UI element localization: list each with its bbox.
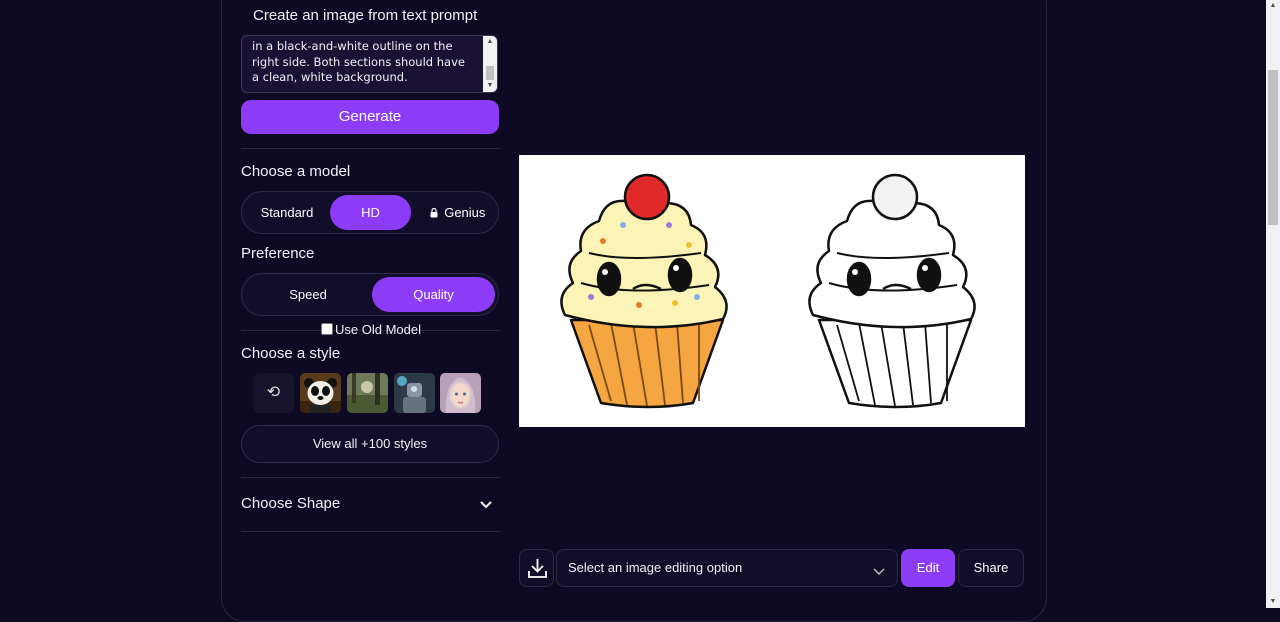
prompt-title: Create an image from text prompt [253,7,478,24]
scroll-down-icon[interactable]: ▼ [1266,596,1280,608]
edit-option-label: Select an image editing option [568,560,743,575]
page-scroll-thumb[interactable] [1268,70,1278,225]
prompt-line: right side. Both sections should have [252,54,465,69]
chevron-down-icon [873,563,885,581]
style-thumb-forest[interactable] [347,373,388,413]
edit-button[interactable]: Edit [901,549,955,587]
scroll-thumb[interactable] [486,66,494,80]
model-option-standard[interactable]: Standard [248,195,326,230]
divider [241,148,500,149]
preference-selector: Speed Quality [241,273,499,316]
model-option-hd[interactable]: HD [330,195,411,230]
shape-title: Choose Shape [241,495,341,512]
preference-option-speed[interactable]: Speed [248,277,368,312]
generated-image [519,155,1025,427]
use-old-model-label: Use Old Model [335,322,421,337]
divider [241,531,500,532]
edit-option-select[interactable]: Select an image editing option [556,549,898,587]
style-title: Choose a style [241,345,341,362]
generate-button[interactable]: Generate [241,100,499,134]
page-scrollbar[interactable]: ▲ ▼ [1266,0,1280,608]
download-button[interactable] [519,549,554,587]
scroll-up-icon[interactable]: ▲ [483,36,497,48]
model-title: Choose a model [241,163,351,180]
divider [241,477,500,478]
cupcake-outline [808,173,976,409]
model-option-genius-label: Genius [444,205,486,220]
lock-icon [430,205,445,220]
chevron-down-icon[interactable] [479,498,493,510]
model-selector: Standard HD Genius [241,191,499,234]
use-old-model-checkbox[interactable] [321,323,333,335]
style-thumb-robot[interactable] [394,373,435,413]
prompt-line: a clean, white background. [252,70,408,84]
preference-option-quality[interactable]: Quality [372,277,495,312]
prompt-scrollbar[interactable]: ▲ ▼ [483,36,497,92]
scroll-down-icon[interactable]: ▼ [483,80,497,92]
preference-title: Preference [241,245,315,262]
style-thumb-panda[interactable] [300,373,341,413]
download-icon [520,559,555,592]
no-style-icon[interactable]: ⟲ [253,373,294,413]
share-button[interactable]: Share [958,549,1024,587]
view-all-styles-button[interactable]: View all +100 styles [241,425,499,463]
prompt-line: in a black-and-white outline on the [252,39,453,53]
prompt-textarea[interactable]: in a black-and-white outline on the righ… [241,35,498,93]
style-thumb-portrait[interactable] [440,373,481,413]
cupcake-colored [560,173,728,409]
scroll-up-icon[interactable]: ▲ [1266,0,1280,12]
model-option-genius[interactable]: Genius [420,195,495,230]
